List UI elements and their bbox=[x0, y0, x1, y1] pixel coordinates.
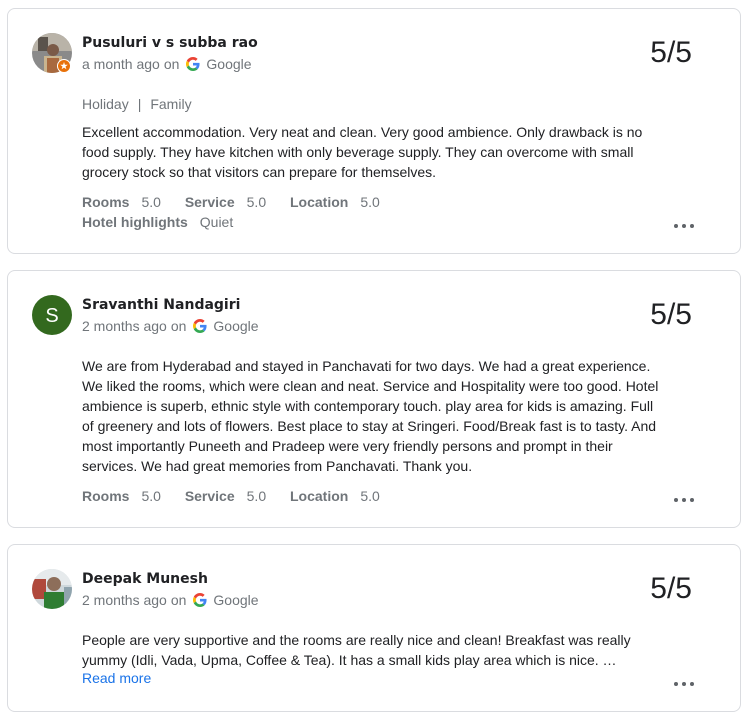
review-score: 5/5 bbox=[650, 572, 692, 605]
local-guide-badge-icon bbox=[57, 59, 71, 73]
reviewer-avatar[interactable]: S bbox=[32, 295, 72, 335]
review-score: 5/5 bbox=[650, 298, 692, 331]
review-text: Excellent accommodation. Very neat and c… bbox=[82, 124, 643, 180]
review-text: We are from Hyderabad and stayed in Panc… bbox=[82, 358, 659, 474]
dot-icon bbox=[682, 498, 686, 502]
rating-value: 5.0 bbox=[360, 194, 380, 210]
rating-value: 5.0 bbox=[360, 488, 380, 504]
review-text: People are very supportive and the rooms… bbox=[82, 632, 631, 668]
dot-icon bbox=[674, 498, 678, 502]
review-on-text: on bbox=[163, 56, 180, 72]
highlights-label: Hotel highlights bbox=[82, 214, 188, 230]
avatar-letter: S bbox=[45, 305, 58, 327]
reviewer-name[interactable]: Pusuluri v s subba rao bbox=[82, 35, 258, 51]
reviewer-name[interactable]: Deepak Munesh bbox=[82, 571, 208, 587]
dot-icon bbox=[690, 498, 694, 502]
review-source: Google bbox=[213, 592, 259, 608]
dot-icon bbox=[682, 682, 686, 686]
hotel-highlights: Hotel highlights Quiet bbox=[82, 214, 233, 230]
review-card: S Sravanthi Nandagiri 2 months ago on Go… bbox=[7, 270, 741, 528]
google-logo-icon bbox=[186, 57, 200, 71]
rating-value: 5.0 bbox=[141, 194, 161, 210]
review-score: 5/5 bbox=[650, 36, 692, 69]
sub-ratings: Rooms 5.0 Service 5.0 Location 5.0 bbox=[82, 194, 400, 210]
dot-icon bbox=[674, 682, 678, 686]
rating-value: 5.0 bbox=[141, 488, 161, 504]
more-options-button[interactable] bbox=[674, 495, 694, 505]
dot-icon bbox=[674, 224, 678, 228]
reviewer-avatar[interactable] bbox=[32, 33, 72, 73]
rating-label: Service bbox=[184, 194, 235, 210]
more-options-button[interactable] bbox=[674, 679, 694, 689]
dot-icon bbox=[690, 682, 694, 686]
rating-value: 5.0 bbox=[246, 488, 267, 504]
read-more-link[interactable]: Read more bbox=[82, 670, 151, 686]
rating-label: Service bbox=[184, 488, 235, 504]
review-card: Pusuluri v s subba rao a month ago on Go… bbox=[7, 8, 741, 254]
review-time: 2 months ago bbox=[82, 592, 167, 608]
review-source: Google bbox=[206, 56, 252, 72]
highlights-value: Quiet bbox=[199, 214, 234, 230]
dot-icon bbox=[690, 224, 694, 228]
more-options-button[interactable] bbox=[674, 221, 694, 231]
rating-label: Location bbox=[290, 194, 349, 210]
rating-value: 5.0 bbox=[246, 194, 267, 210]
review-source: Google bbox=[213, 318, 259, 334]
dot-icon bbox=[682, 224, 686, 228]
trip-info: Holiday | Family bbox=[82, 96, 192, 112]
sub-ratings: Rooms 5.0 Service 5.0 Location 5.0 bbox=[82, 488, 400, 504]
review-on-text: on bbox=[170, 592, 187, 608]
review-card: Deepak Munesh 2 months ago on Google 5/5… bbox=[7, 544, 741, 712]
reviewer-avatar[interactable] bbox=[32, 569, 72, 609]
trip-separator: | bbox=[137, 96, 142, 112]
review-meta: 2 months ago on Google bbox=[82, 592, 259, 608]
review-meta: a month ago on Google bbox=[82, 56, 252, 72]
google-logo-icon bbox=[193, 319, 207, 333]
trip-type: Holiday bbox=[82, 96, 129, 112]
review-meta: 2 months ago on Google bbox=[82, 318, 259, 334]
reviewer-name[interactable]: Sravanthi Nandagiri bbox=[82, 297, 240, 313]
travel-group: Family bbox=[150, 96, 192, 112]
rating-label: Rooms bbox=[82, 488, 130, 504]
rating-label: Location bbox=[290, 488, 349, 504]
google-logo-icon bbox=[193, 593, 207, 607]
review-time: a month ago bbox=[82, 56, 160, 72]
review-on-text: on bbox=[170, 318, 187, 334]
review-time: 2 months ago bbox=[82, 318, 167, 334]
rating-label: Rooms bbox=[82, 194, 130, 210]
